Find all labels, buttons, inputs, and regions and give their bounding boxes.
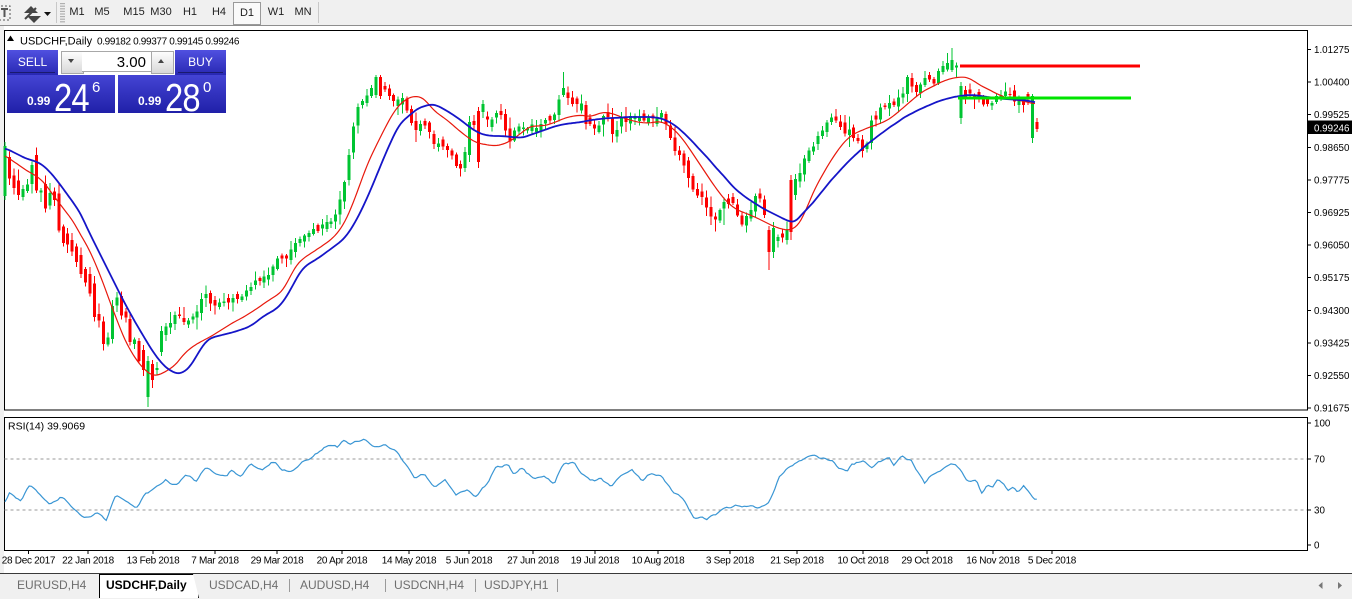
svg-text:5 Dec 2018: 5 Dec 2018 <box>1028 556 1077 567</box>
svg-text:0.96050: 0.96050 <box>1314 241 1350 252</box>
svg-text:0.99525: 0.99525 <box>1314 110 1350 121</box>
svg-text:5 Jun 2018: 5 Jun 2018 <box>446 556 493 567</box>
svg-text:13 Feb 2018: 13 Feb 2018 <box>127 556 181 567</box>
svg-text:0.98650: 0.98650 <box>1314 143 1350 154</box>
svg-text:0.96925: 0.96925 <box>1314 208 1350 219</box>
svg-text:16 Nov 2018: 16 Nov 2018 <box>966 556 1020 567</box>
svg-text:10 Aug 2018: 10 Aug 2018 <box>632 556 686 567</box>
svg-text:0.97775: 0.97775 <box>1314 175 1350 186</box>
svg-text:1.00400: 1.00400 <box>1314 78 1350 89</box>
svg-text:0.94300: 0.94300 <box>1314 306 1350 317</box>
svg-text:7 Mar 2018: 7 Mar 2018 <box>191 556 239 567</box>
svg-text:22 Jan 2018: 22 Jan 2018 <box>62 556 114 567</box>
svg-text:30: 30 <box>1314 506 1325 517</box>
svg-text:10 Oct 2018: 10 Oct 2018 <box>837 556 889 567</box>
svg-text:100: 100 <box>1314 419 1331 430</box>
svg-text:28 Dec 2017: 28 Dec 2017 <box>2 556 56 567</box>
svg-text:27 Jun 2018: 27 Jun 2018 <box>507 556 559 567</box>
svg-text:70: 70 <box>1314 455 1325 466</box>
svg-text:0.99246: 0.99246 <box>1314 124 1350 135</box>
svg-text:14 May 2018: 14 May 2018 <box>382 556 437 567</box>
svg-text:0.92550: 0.92550 <box>1314 371 1350 382</box>
svg-text:0.95175: 0.95175 <box>1314 273 1350 284</box>
svg-text:0.99182 0.99377 0.99145 0.9924: 0.99182 0.99377 0.99145 0.99246 <box>97 37 240 48</box>
svg-text:20 Apr 2018: 20 Apr 2018 <box>317 556 368 567</box>
svg-text:29 Oct 2018: 29 Oct 2018 <box>901 556 953 567</box>
svg-text:29 Mar 2018: 29 Mar 2018 <box>251 556 305 567</box>
svg-text:USDCHF,Daily: USDCHF,Daily <box>20 36 93 48</box>
svg-text:19 Jul 2018: 19 Jul 2018 <box>571 556 620 567</box>
svg-text:3 Sep 2018: 3 Sep 2018 <box>706 556 755 567</box>
svg-text:0.93425: 0.93425 <box>1314 338 1350 349</box>
svg-text:RSI(14) 39.9069: RSI(14) 39.9069 <box>8 421 85 433</box>
svg-text:0: 0 <box>1314 541 1320 552</box>
svg-text:1.01275: 1.01275 <box>1314 45 1350 56</box>
svg-text:0.91675: 0.91675 <box>1314 404 1350 415</box>
svg-text:21 Sep 2018: 21 Sep 2018 <box>770 556 824 567</box>
